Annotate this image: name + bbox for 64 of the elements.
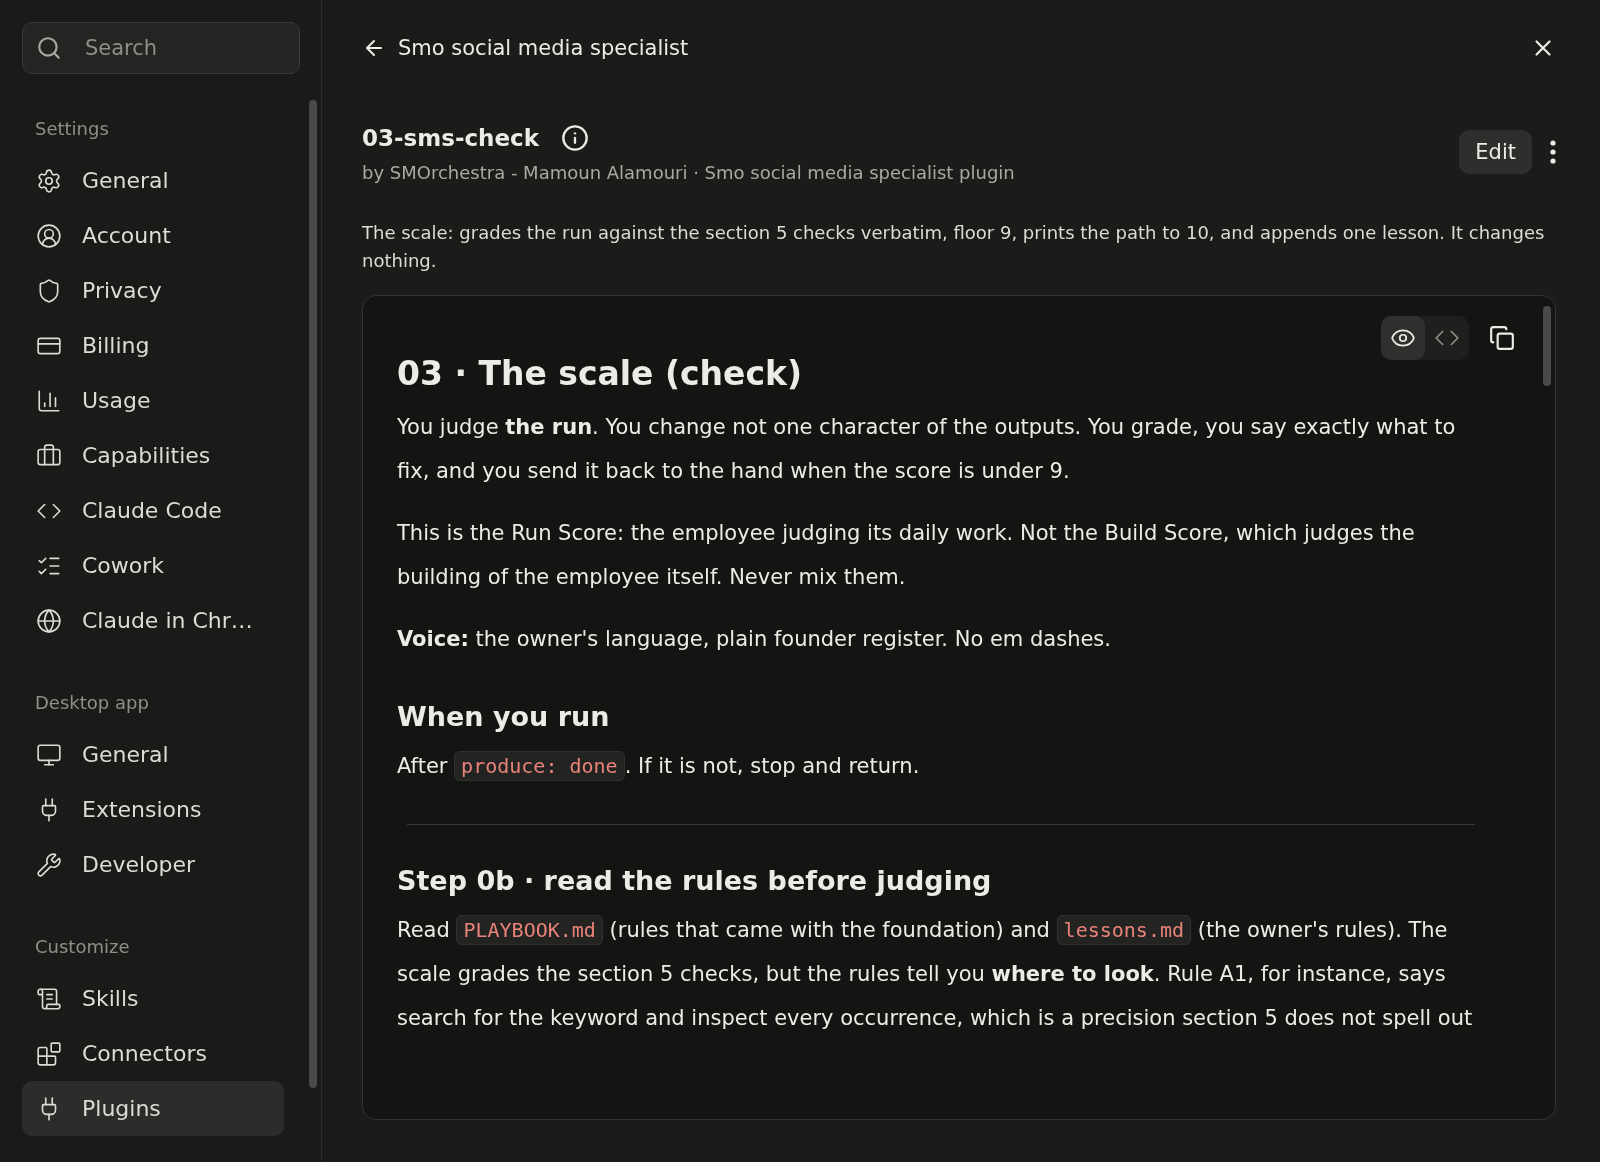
section-heading: Customize <box>35 936 131 957</box>
scroll-icon <box>36 985 62 1012</box>
globe-icon <box>36 607 62 634</box>
document-heading: 03 · The scale (check) <box>397 354 804 393</box>
section-heading: Desktop app <box>35 692 150 713</box>
sidebar-item[interactable]: Usage <box>22 373 284 428</box>
copy-button[interactable] <box>1489 325 1515 351</box>
info-icon <box>561 124 589 152</box>
paragraph: Read PLAYBOOK.md (rules that came with the foundation) and lessons.md (the owner's rules). The scale grades the section 5 checks, but the rules tell you where to look. Rule A1, for instance, says search for the keyword and inspect every occurrence, which is a precision section 5 does not spell out <box>397 908 1485 1040</box>
sidebar-item-label: Cowork <box>82 553 165 578</box>
user-icon <box>36 222 62 249</box>
blocks-icon <box>36 1040 62 1067</box>
wrench-icon <box>36 851 62 878</box>
sidebar-item[interactable]: Skills <box>22 971 284 1026</box>
sidebar-item[interactable]: Billing <box>22 318 284 373</box>
section-heading: When you run <box>397 701 611 732</box>
sidebar-item[interactable]: Connectors <box>22 1026 284 1081</box>
page-title: Smo social media specialist <box>398 36 689 60</box>
sidebar-item[interactable]: Privacy <box>22 263 284 318</box>
sidebar-item[interactable]: Account <box>22 208 284 263</box>
more-icon <box>1550 140 1556 164</box>
skill-byline: by SMOrchestra - Mamoun Alamouri · Smo social media specialist plugin <box>362 162 1015 183</box>
sidebar-item-label: General <box>82 168 169 193</box>
sidebar-item[interactable]: Developer <box>22 837 284 892</box>
more-button[interactable] <box>1550 140 1556 164</box>
info-button[interactable] <box>561 124 589 152</box>
paragraph: You judge the run. You change not one character of the outputs. You grade, you say exactly what to fix, and you send it back to the hand when the score is under 9. <box>397 414 1457 485</box>
sidebar-item[interactable]: Claude Code <box>22 483 284 538</box>
paragraph: Voice: the owner's language, plain founder register. No em dashes. <box>397 626 1112 653</box>
sidebar-item-label: Skills <box>82 986 139 1011</box>
sidebar-item-label: Billing <box>82 333 150 358</box>
sidebar-item-label: Privacy <box>82 278 162 303</box>
sidebar-item-label: Claude Code <box>82 498 222 523</box>
skill-name: 03-sms-check <box>362 125 539 151</box>
section-heading: Step 0b · read the rules before judging <box>397 865 993 896</box>
sidebar-item-label: Connectors <box>82 1041 207 1066</box>
sidebar-item-label: General <box>82 742 169 767</box>
monitor-icon <box>36 741 62 768</box>
paragraph: This is the Run Score: the employee judging its daily work. Not the Build Score, which judges the building of the employee itself. Never mix them. <box>397 520 1416 591</box>
sidebar-item-label: Capabilities <box>82 443 211 468</box>
sidebar-item-label: Plugins <box>82 1096 161 1121</box>
copy-icon <box>1489 325 1515 351</box>
sidebar-item[interactable]: Claude in Chr… <box>22 593 284 648</box>
sidebar-item-label: Developer <box>82 852 196 877</box>
section-heading: Settings <box>35 118 110 139</box>
sidebar-item-label: Extensions <box>82 797 202 822</box>
sidebar-item-label: Claude in Chr… <box>82 608 253 633</box>
preview-toggle[interactable] <box>1381 316 1425 360</box>
scrollbar[interactable] <box>1543 306 1551 386</box>
sidebar-item[interactable]: General <box>22 727 284 782</box>
sidebar-item[interactable]: Extensions <box>22 782 284 837</box>
sidebar-item[interactable]: General <box>22 153 284 208</box>
search-field[interactable]: Search <box>22 22 300 74</box>
edit-button[interactable]: Edit <box>1459 130 1532 174</box>
sidebar-item-label: Usage <box>82 388 151 413</box>
paragraph: After produce: done . If it is not, stop and return. <box>397 744 1485 788</box>
sidebar-item[interactable]: Cowork <box>22 538 284 593</box>
gear-icon <box>36 167 62 194</box>
sidebar-item[interactable]: Capabilities <box>22 428 284 483</box>
scrollbar[interactable] <box>309 100 317 1088</box>
skill-description: The scale: grades the run against the section 5 checks verbatim, floor 9, prints the path to 10, and appends one lesson. It changes nothing. <box>362 221 1546 273</box>
sidebar-item[interactable]: Plugins <box>22 1081 284 1136</box>
sidebar-item-label: Account <box>82 223 171 248</box>
search-icon <box>36 35 62 61</box>
